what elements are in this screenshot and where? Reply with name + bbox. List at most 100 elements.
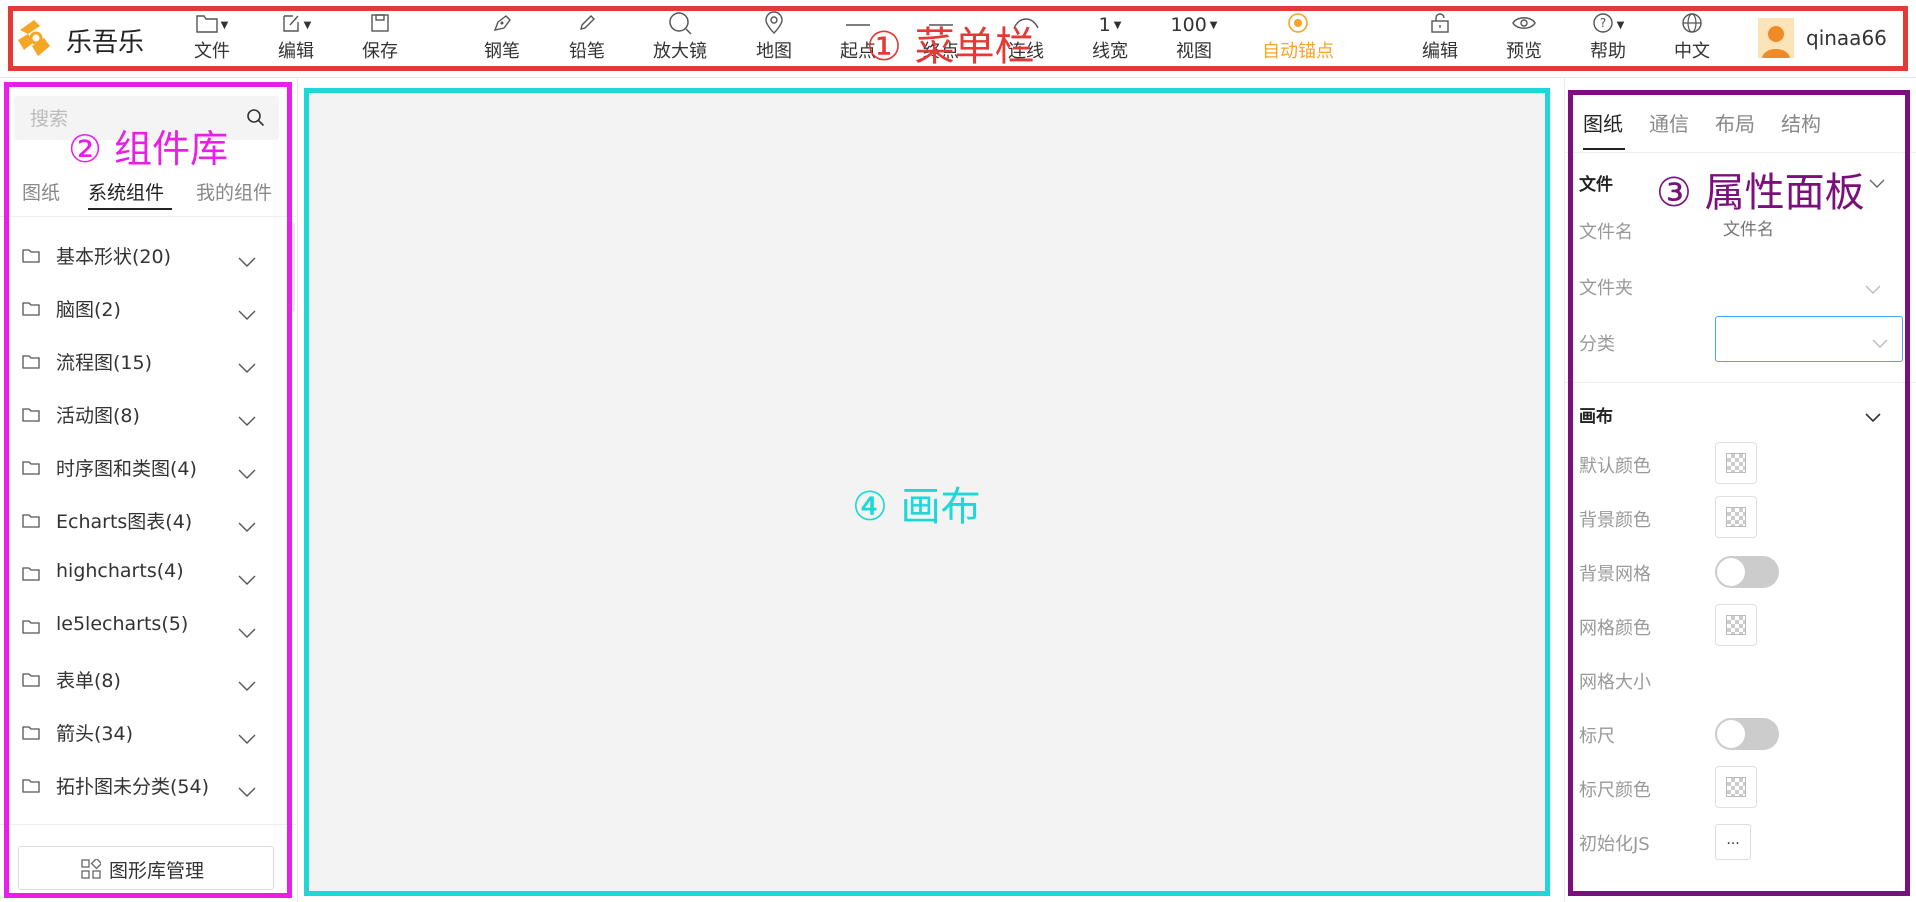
search-input[interactable] (14, 96, 242, 142)
filename-input[interactable] (1715, 210, 1891, 250)
chevron-down-icon: ▼ (1209, 19, 1218, 31)
tab-drawing-props[interactable]: 图纸 (1583, 108, 1623, 137)
chevron-down-icon[interactable] (1869, 174, 1885, 193)
toolbar-magnifier[interactable]: 放大镜 (644, 10, 716, 68)
drawing-canvas[interactable] (310, 92, 1544, 896)
folder-label: 文件夹 (1579, 278, 1633, 299)
toolbar-file[interactable]: ▼ 文件 (176, 10, 248, 68)
library-search (14, 96, 279, 142)
toolbar-edit-menu[interactable]: ▼ 编辑 (260, 10, 332, 68)
tab-my-components[interactable]: 我的组件 (196, 178, 272, 205)
chevron-down-icon (238, 570, 256, 589)
anchor-icon (1287, 12, 1309, 39)
pencil-icon (577, 13, 597, 38)
category-item[interactable]: 箭头(34) (0, 713, 268, 753)
scrollbar[interactable] (290, 222, 295, 312)
divider (0, 216, 298, 217)
folder-icon (195, 13, 218, 38)
divider (0, 824, 298, 825)
toolbar-line-end-label: 终点 (923, 41, 959, 62)
chevron-down-icon: ▼ (1616, 19, 1625, 31)
chevron-down-icon (238, 358, 256, 377)
tab-structure[interactable]: 结构 (1781, 108, 1821, 137)
toolbar-connector-label: 连线 (1008, 41, 1044, 62)
line-end-icon (927, 15, 955, 35)
grid-icon (81, 857, 103, 883)
chevron-down-icon (238, 464, 256, 483)
toolbar-auto-anchor-label: 自动锚点 (1262, 41, 1334, 62)
category-item[interactable]: 拓扑图未分类(54) (0, 766, 268, 806)
magnifier-icon (667, 10, 693, 41)
transparent-swatch-icon (1726, 615, 1746, 635)
toolbar-preview-label: 预览 (1506, 41, 1542, 62)
folder-icon (22, 725, 40, 744)
folder-icon (22, 407, 40, 426)
tab-communication[interactable]: 通信 (1649, 108, 1689, 137)
tab-drawings[interactable]: 图纸 (22, 178, 60, 205)
folder-select[interactable] (1715, 264, 1895, 306)
toolbar-help[interactable]: ? ▼ 帮助 (1572, 10, 1644, 68)
ruler-color-label: 标尺颜色 (1579, 780, 1651, 801)
toolbar-preview[interactable]: 预览 (1488, 10, 1560, 68)
category-item[interactable]: 基本形状(20) (0, 236, 268, 276)
chevron-down-icon: ▼ (1113, 19, 1122, 31)
toggle-knob (1717, 558, 1745, 586)
toolbar-save[interactable]: 保存 (344, 10, 416, 68)
category-item[interactable]: 脑图(2) (0, 289, 268, 329)
library-manage-button[interactable]: 图形库管理 (18, 846, 274, 890)
unlock-icon (1429, 12, 1451, 39)
folder-icon (22, 513, 40, 532)
category-select[interactable] (1715, 316, 1903, 362)
category-item[interactable]: highcharts(4) (0, 554, 268, 594)
init-js-button[interactable]: ... (1715, 824, 1751, 860)
toolbar-line-end[interactable]: 终点 (905, 10, 977, 68)
toolbar-edit-mode[interactable]: 编辑 (1404, 10, 1476, 68)
le5le-logo[interactable] (14, 18, 54, 58)
tab-system-components[interactable]: 系统组件 (88, 178, 164, 205)
chevron-down-icon[interactable] (1865, 408, 1881, 427)
category-item[interactable]: 活动图(8) (0, 395, 268, 435)
chevron-down-icon (238, 517, 256, 536)
category-item[interactable]: Echarts图表(4) (0, 501, 268, 541)
bg-grid-toggle[interactable] (1715, 556, 1779, 588)
category-label: 基本形状(20) (56, 246, 172, 268)
toolbar-auto-anchor[interactable]: 自动锚点 (1256, 10, 1340, 68)
ruler-toggle[interactable] (1715, 718, 1779, 750)
map-pin-icon (764, 10, 784, 40)
pen-icon (491, 13, 513, 38)
grid-color-picker[interactable] (1715, 604, 1757, 646)
toolbar-line-width[interactable]: 1 ▼ 线宽 (1074, 10, 1146, 68)
transparent-swatch-icon (1726, 507, 1746, 527)
active-tab-underline (1583, 148, 1625, 150)
search-icon[interactable] (246, 108, 266, 132)
category-label: 时序图和类图(4) (56, 458, 197, 480)
toolbar-view[interactable]: 100 ▼ 视图 (1158, 10, 1230, 68)
toolbar-line-start[interactable]: 起点 (822, 10, 894, 68)
toolbar-connector[interactable]: 连线 (990, 10, 1062, 68)
toolbar-map[interactable]: 地图 (738, 10, 810, 68)
tab-layout[interactable]: 布局 (1715, 108, 1755, 137)
user-name[interactable]: qinaa66 (1806, 26, 1887, 50)
category-item[interactable]: 时序图和类图(4) (0, 448, 268, 488)
category-item[interactable]: le5lecharts(5) (0, 607, 268, 647)
bg-color-picker[interactable] (1715, 496, 1757, 538)
toolbar-language[interactable]: 中文 (1656, 10, 1728, 68)
category-label: 流程图(15) (56, 352, 153, 374)
category-item[interactable]: 流程图(15) (0, 342, 268, 382)
toolbar-pencil[interactable]: 铅笔 (551, 10, 623, 68)
toolbar-view-label: 视图 (1176, 41, 1212, 62)
toolbar-pen[interactable]: 钢笔 (466, 10, 538, 68)
user-avatar[interactable] (1758, 18, 1794, 58)
chevron-down-icon (1872, 334, 1888, 353)
canvas-section-title: 画布 (1579, 407, 1613, 427)
folder-icon (22, 672, 40, 691)
component-library: 图纸 系统组件 我的组件 基本形状(20) 脑图(2) 流程图(15) 活动图(8) 时… (0, 78, 298, 902)
ruler-color-picker[interactable] (1715, 766, 1757, 808)
default-color-picker[interactable] (1715, 442, 1757, 484)
folder-icon (22, 301, 40, 320)
init-js-label: 初始化JS (1579, 834, 1650, 855)
app-title: 乐吾乐 (66, 28, 145, 58)
category-item[interactable]: 表单(8) (0, 660, 268, 700)
folder-icon (22, 778, 40, 797)
toolbar-edit-menu-label: 编辑 (278, 41, 314, 62)
